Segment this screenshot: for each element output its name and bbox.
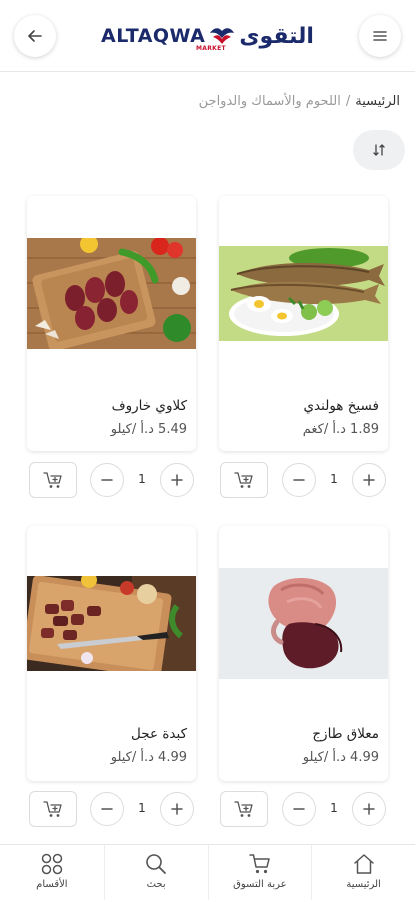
decrease-qty-button[interactable] <box>90 463 124 497</box>
app-header: ALTAQWA التقوى MARKET <box>0 0 415 72</box>
plus-icon <box>363 474 375 486</box>
product-card[interactable]: فسيخ هولندي 1.89 د.أ /كغم <box>219 196 388 451</box>
nav-item-cart[interactable]: عربة التسوق <box>207 845 312 900</box>
add-to-cart-icon <box>234 801 253 817</box>
product-name: فسيخ هولندي <box>303 398 379 414</box>
decrease-qty-button[interactable] <box>282 792 316 826</box>
product-card[interactable]: معلاق طازج 4.99 د.أ /كيلو <box>219 526 388 781</box>
bottom-navigation: الأقسام بحث عربة التسوق الرئيسية <box>0 844 415 900</box>
quantity-value[interactable]: 1 <box>132 472 152 486</box>
product-image <box>219 568 388 679</box>
minus-icon <box>293 479 305 481</box>
nav-label: بحث <box>146 879 166 890</box>
product-card[interactable]: كلاوي خاروف 5.49 د.أ /كيلو <box>27 196 196 451</box>
add-to-cart-button[interactable] <box>29 462 77 498</box>
cart-icon <box>249 854 270 874</box>
brand-logo[interactable]: ALTAQWA التقوى MARKET <box>101 14 314 58</box>
nav-label: الرئيسية <box>346 879 381 890</box>
increase-qty-button[interactable] <box>160 463 194 497</box>
grid-icon <box>41 853 63 875</box>
search-icon <box>146 854 167 874</box>
quantity-value[interactable]: 1 <box>324 801 344 815</box>
quantity-value[interactable]: 1 <box>324 472 344 486</box>
home-icon <box>353 854 374 874</box>
add-to-cart-icon <box>43 472 62 488</box>
nav-item-home[interactable]: الرئيسية <box>311 845 415 900</box>
plus-icon <box>363 803 375 815</box>
decrease-qty-button[interactable] <box>90 792 124 826</box>
logo-arabic-text: التقوى <box>239 23 314 49</box>
sort-button[interactable] <box>353 130 405 170</box>
add-to-cart-button[interactable] <box>29 791 77 827</box>
nav-item-categories[interactable]: الأقسام <box>0 845 104 900</box>
logo-tagline: MARKET <box>196 45 226 52</box>
nav-label: عربة التسوق <box>233 879 287 890</box>
add-to-cart-icon <box>234 472 253 488</box>
back-button[interactable] <box>14 15 56 57</box>
increase-qty-button[interactable] <box>352 792 386 826</box>
breadcrumb-current: اللحوم والأسماك والدواجن <box>198 94 341 109</box>
product-image <box>27 238 196 349</box>
nav-item-search[interactable]: بحث <box>103 845 208 900</box>
minus-icon <box>293 808 305 810</box>
product-card[interactable]: كبدة عجل 4.99 د.أ /كيلو <box>27 526 196 781</box>
product-price: 4.99 د.أ /كيلو <box>302 750 379 765</box>
plus-icon <box>171 803 183 815</box>
product-price: 4.99 د.أ /كيلو <box>110 750 187 765</box>
increase-qty-button[interactable] <box>160 792 194 826</box>
product-name: كلاوي خاروف <box>111 398 187 414</box>
product-price: 5.49 د.أ /كيلو <box>110 422 187 437</box>
arrow-left-icon <box>28 30 42 42</box>
product-image <box>27 576 196 671</box>
product-name: معلاق طازج <box>312 726 379 742</box>
decrease-qty-button[interactable] <box>282 463 316 497</box>
product-price: 1.89 د.أ /كغم <box>302 422 379 437</box>
breadcrumb: الرئيسية / اللحوم والأسماك والدواجن <box>199 94 400 109</box>
sort-arrows-icon <box>373 144 385 156</box>
plus-icon <box>171 474 183 486</box>
breadcrumb-separator: / <box>345 94 351 109</box>
nav-label: الأقسام <box>36 879 68 890</box>
logo-latin-text: ALTAQWA <box>101 25 206 47</box>
breadcrumb-home[interactable]: الرئيسية <box>355 94 400 109</box>
add-to-cart-button[interactable] <box>220 462 268 498</box>
minus-icon <box>101 479 113 481</box>
product-name: كبدة عجل <box>131 726 187 742</box>
add-to-cart-button[interactable] <box>220 791 268 827</box>
quantity-value[interactable]: 1 <box>132 801 152 815</box>
add-to-cart-icon <box>43 801 62 817</box>
increase-qty-button[interactable] <box>352 463 386 497</box>
hamburger-icon <box>373 31 387 41</box>
menu-button[interactable] <box>359 15 401 57</box>
product-image <box>219 246 388 341</box>
minus-icon <box>101 808 113 810</box>
